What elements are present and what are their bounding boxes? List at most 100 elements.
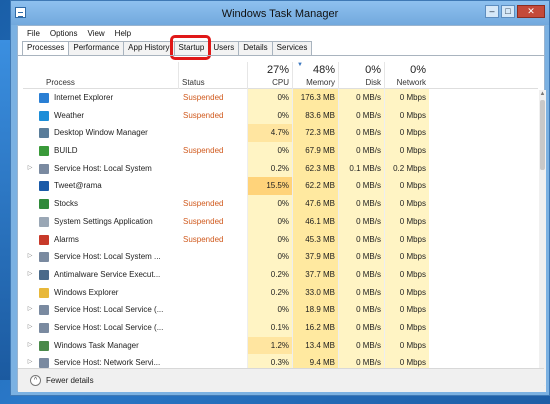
table-row[interactable]: ▷ Service Host: Local System ... 0% 37.9 MB… bbox=[23, 248, 538, 266]
windows-explorer-icon bbox=[39, 287, 49, 298]
table-row[interactable]: ▷ Service Host: Local Service (... 0.1% 16.… bbox=[23, 318, 538, 337]
sort-arrow-icon: ▼ bbox=[297, 62, 303, 68]
process-cpu: 0% bbox=[247, 195, 292, 213]
tab-processes[interactable]: Processes bbox=[22, 41, 70, 56]
expand-arrow-icon[interactable] bbox=[23, 231, 37, 249]
tab-services[interactable]: Services bbox=[271, 41, 313, 55]
process-status: Suspended bbox=[183, 234, 224, 244]
expand-arrow-icon[interactable] bbox=[23, 177, 37, 195]
table-row[interactable]: Desktop Window Manager 4.7% 72.3 MB 0 MB/s 0… bbox=[23, 124, 538, 143]
table-row[interactable]: Stocks Suspended 0% 47.6 MB 0 MB/s 0 Mbps bbox=[23, 195, 538, 213]
process-icon-cell bbox=[39, 195, 53, 213]
internet-explorer-icon bbox=[39, 93, 49, 103]
table-row[interactable]: ▷ Windows Task Manager 1.2% 13.4 MB 0 MB/s 0 … bbox=[23, 336, 538, 355]
table-row[interactable]: BUILD Suspended 0% 67.9 MB 0 MB/s 0 Mbps bbox=[23, 142, 538, 160]
tab-details[interactable]: Details bbox=[238, 41, 273, 55]
scroll-thumb[interactable] bbox=[540, 100, 545, 170]
process-cpu: 0% bbox=[247, 106, 292, 125]
expand-arrow-icon[interactable] bbox=[23, 213, 37, 231]
disk-total-percent: 0% bbox=[365, 64, 381, 76]
column-cpu[interactable]: 27% CPU bbox=[247, 62, 292, 89]
process-cpu: 0% bbox=[247, 142, 292, 160]
expand-arrow-icon[interactable] bbox=[23, 142, 37, 160]
process-network: 0 Mbps bbox=[384, 177, 429, 196]
tab-app-history[interactable]: App History bbox=[123, 41, 175, 55]
process-icon-cell bbox=[39, 160, 53, 178]
expand-arrow-icon[interactable] bbox=[23, 107, 37, 125]
table-row[interactable]: Alarms Suspended 0% 45.3 MB 0 MB/s 0 Mbps bbox=[23, 230, 538, 249]
process-icon-cell bbox=[39, 248, 53, 266]
process-name: Desktop Window Manager bbox=[54, 128, 148, 138]
table-row[interactable]: ▷ Service Host: Local Service (... 0% 18.9 … bbox=[23, 301, 538, 319]
table-row[interactable]: ▷ Antimalware Service Execut... 0.2% 37.7 M… bbox=[23, 265, 538, 284]
close-button[interactable]: ✕ bbox=[517, 5, 545, 18]
expand-arrow-icon[interactable]: ▷ bbox=[23, 319, 37, 337]
service-host-icon bbox=[39, 322, 49, 333]
column-network[interactable]: 0% Network bbox=[384, 62, 429, 89]
column-disk-label: Disk bbox=[365, 78, 381, 87]
process-name: Service Host: Local Service (... bbox=[54, 322, 164, 332]
tab-performance[interactable]: Performance bbox=[68, 41, 125, 55]
column-disk[interactable]: 0% Disk bbox=[338, 62, 384, 89]
chevron-up-icon[interactable]: ^ bbox=[30, 375, 41, 386]
process-icon-cell bbox=[39, 231, 53, 249]
maximize-button[interactable]: □ bbox=[501, 5, 515, 18]
process-icon-cell bbox=[39, 266, 53, 284]
expand-arrow-icon[interactable]: ▷ bbox=[23, 301, 37, 319]
expand-arrow-icon[interactable]: ▷ bbox=[23, 248, 37, 266]
process-icon-cell bbox=[39, 107, 53, 125]
table-row[interactable]: ▷ Service Host: Local System 0.2% 62.3 MB 0.… bbox=[23, 159, 538, 178]
process-icon-cell bbox=[39, 124, 53, 142]
minimize-button[interactable]: – bbox=[485, 5, 499, 18]
process-network: 0 Mbps bbox=[384, 248, 429, 266]
expand-arrow-icon[interactable] bbox=[23, 284, 37, 302]
alarms-icon bbox=[39, 234, 49, 245]
expand-arrow-icon[interactable]: ▷ bbox=[23, 160, 37, 178]
tab-startup[interactable]: Startup bbox=[169, 35, 211, 60]
column-process[interactable]: Process bbox=[43, 62, 178, 89]
process-disk: 0 MB/s bbox=[338, 336, 384, 355]
menu-options[interactable]: Options bbox=[45, 28, 83, 40]
table-row[interactable]: Internet Explorer Suspended 0% 176.3 MB 0 MB… bbox=[23, 89, 538, 107]
expand-arrow-icon[interactable]: ▷ bbox=[23, 337, 37, 355]
process-memory: 176.3 MB bbox=[292, 89, 338, 107]
task-manager-window: Windows Task Manager – □ ✕ File Options … bbox=[10, 0, 550, 396]
process-disk: 0 MB/s bbox=[338, 265, 384, 284]
table-row[interactable]: Windows Explorer 0.2% 33.0 MB 0 MB/s 0 Mbps bbox=[23, 283, 538, 302]
process-name: Internet Explorer bbox=[54, 93, 114, 102]
process-name: System Settings Application bbox=[54, 216, 153, 226]
network-total-percent: 0% bbox=[410, 64, 426, 76]
vertical-scrollbar[interactable]: ▲ ▼ bbox=[539, 90, 546, 392]
expand-arrow-icon[interactable] bbox=[23, 89, 37, 107]
process-icon-cell bbox=[39, 319, 53, 337]
fewer-details-link[interactable]: Fewer details bbox=[46, 376, 94, 385]
process-memory: 33.0 MB bbox=[292, 283, 338, 302]
process-memory: 72.3 MB bbox=[292, 124, 338, 143]
expand-arrow-icon[interactable] bbox=[23, 124, 37, 142]
column-memory[interactable]: ▼ 48% Memory bbox=[292, 62, 338, 89]
process-name: Stocks bbox=[54, 199, 79, 209]
process-disk: 0 MB/s bbox=[338, 195, 384, 213]
title-bar[interactable]: Windows Task Manager – □ ✕ bbox=[11, 1, 549, 25]
expand-arrow-icon[interactable] bbox=[23, 195, 37, 213]
process-status bbox=[183, 124, 247, 142]
process-cpu: 0% bbox=[247, 301, 292, 319]
menu-help[interactable]: Help bbox=[110, 28, 136, 40]
column-cpu-label: CPU bbox=[272, 78, 289, 87]
process-status bbox=[183, 248, 247, 266]
tweetarama-icon bbox=[39, 181, 49, 192]
tab-users[interactable]: Users bbox=[208, 41, 240, 55]
menu-view[interactable]: View bbox=[82, 28, 109, 40]
desktop-window-manager-icon bbox=[39, 128, 49, 139]
menu-file[interactable]: File bbox=[22, 28, 45, 40]
scroll-up-icon[interactable]: ▲ bbox=[539, 90, 546, 98]
table-row[interactable]: Tweet@rama 15.5% 62.2 MB 0 MB/s 0 Mbps bbox=[23, 177, 538, 196]
cpu-total-percent: 27% bbox=[266, 64, 289, 76]
table-row[interactable]: Weather Suspended 0% 83.6 MB 0 MB/s 0 Mbps bbox=[23, 106, 538, 125]
process-status: Suspended bbox=[183, 93, 224, 102]
tab-startup-label: Startup bbox=[178, 43, 205, 52]
column-status[interactable]: Status bbox=[178, 62, 247, 89]
expand-arrow-icon[interactable]: ▷ bbox=[23, 266, 37, 284]
process-disk: 0 MB/s bbox=[338, 89, 384, 107]
table-row[interactable]: System Settings Application Suspended 0% 46… bbox=[23, 212, 538, 231]
